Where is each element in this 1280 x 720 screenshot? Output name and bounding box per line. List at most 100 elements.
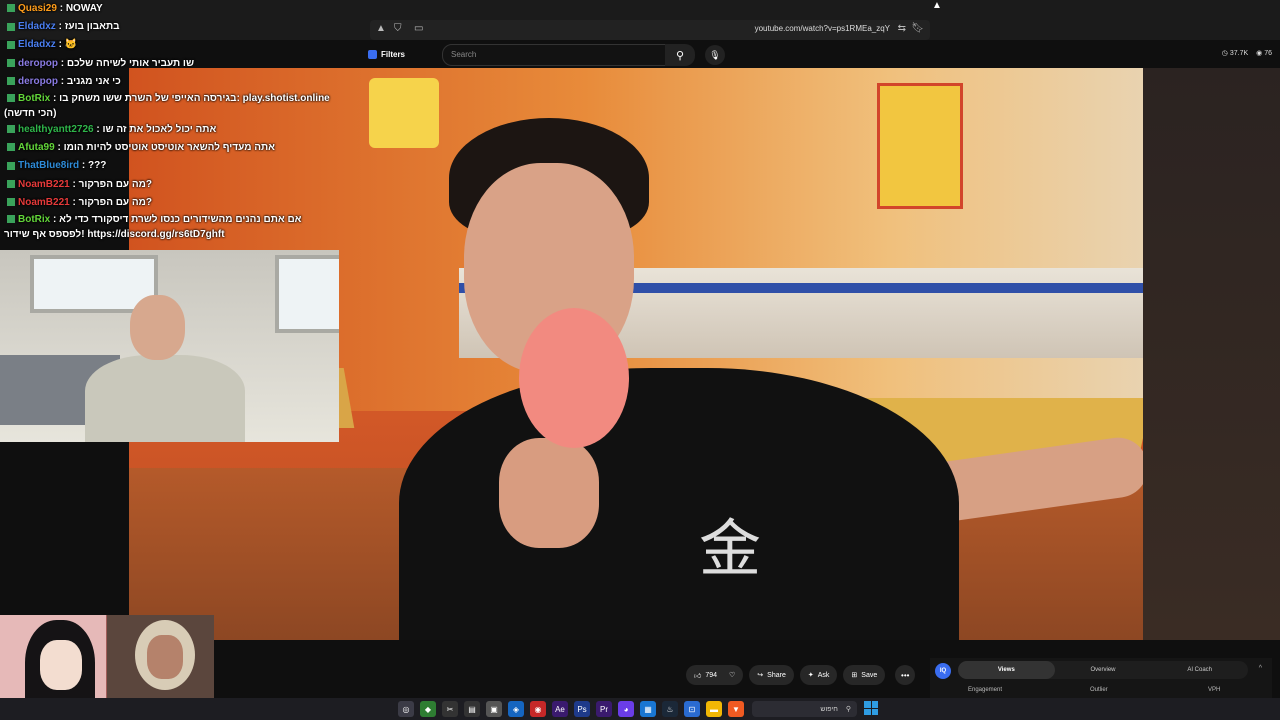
- iq-tab-overview[interactable]: Overview: [1055, 661, 1152, 679]
- chat-badge-icon: [7, 215, 15, 224]
- photoshop-icon[interactable]: Ps: [574, 701, 590, 717]
- chat-username[interactable]: deropop: [18, 76, 58, 87]
- steam-icon[interactable]: ♨: [662, 701, 678, 717]
- chat-badge-icon: [7, 94, 15, 103]
- chat-message: Eldadxz : 🐱: [0, 36, 360, 54]
- chat-separator: :: [55, 21, 65, 33]
- chat-text: אתה מעדיף להשאר אוטיסט אוטיסט להיות הומו: [63, 142, 275, 154]
- chat-username[interactable]: Afuta99: [18, 142, 55, 153]
- dislike-icon[interactable]: ♡: [729, 671, 735, 679]
- chat-message: ThatBlue8ird : ???: [0, 157, 360, 175]
- webcam-person: [65, 295, 245, 442]
- like-icon: 👍︎: [694, 672, 702, 680]
- bookmark-icon[interactable]: 🔖︎: [911, 23, 924, 34]
- chat-username[interactable]: healthyantt2726: [18, 124, 94, 135]
- store-icon[interactable]: ⊡: [684, 701, 700, 717]
- video-person-hand: [499, 438, 599, 548]
- folder-icon[interactable]: ▬: [706, 701, 722, 717]
- chat-badge-icon: [7, 77, 15, 86]
- chat-text: מה עם הפרקור?: [78, 196, 153, 208]
- capcut-icon[interactable]: ✂: [442, 701, 458, 717]
- filters-button[interactable]: Filters: [360, 46, 413, 62]
- chat-text: 🐱: [64, 39, 78, 51]
- chat-username[interactable]: BotRix: [18, 214, 50, 225]
- chat-username[interactable]: BotRix: [18, 93, 50, 104]
- search-input[interactable]: Search: [442, 44, 666, 66]
- filters-icon: [368, 49, 377, 59]
- ask-icon: ✦: [807, 672, 814, 679]
- ask-button[interactable]: ✦ Ask: [799, 665, 838, 685]
- taskbar-search-text: חיפוש: [820, 705, 838, 713]
- more-button[interactable]: •••: [895, 665, 916, 685]
- brave-shield-icon[interactable]: ⛉: [394, 23, 402, 34]
- chat-message: BotRix : אם אתם נהנים מהשידורים כנסו לשר…: [0, 212, 334, 242]
- chat-message: Eldadxz : בתאבון בועז: [0, 18, 360, 36]
- brave-icon[interactable]: ▼: [728, 701, 744, 717]
- discord-icon[interactable]: ◕: [618, 701, 634, 717]
- webcam-person-head: [130, 295, 185, 360]
- chat-separator: :: [69, 178, 79, 190]
- share-label: Share: [767, 671, 786, 679]
- water-icon[interactable]: ◈: [508, 701, 524, 717]
- chat-message: NoamB221 : מה עם הפרקור?: [0, 176, 360, 194]
- chat-message: Afuta99 : אתה מעדיף להשאר אוטיסט אוטיסט …: [0, 139, 360, 157]
- app-icon[interactable]: ▣: [486, 701, 502, 717]
- notepad-icon[interactable]: ▦: [640, 701, 656, 717]
- terminal-icon[interactable]: ▤: [464, 701, 480, 717]
- chat-badge-icon: [7, 22, 15, 31]
- chevron-up-icon[interactable]: ^: [1259, 665, 1262, 672]
- chat-username[interactable]: Eldadxz: [18, 39, 56, 50]
- chat-username[interactable]: NoamB221: [18, 197, 70, 208]
- translate-icon[interactable]: ⇆: [898, 23, 906, 34]
- like-count: 794: [705, 671, 718, 679]
- chat-username[interactable]: ThatBlue8ird: [18, 160, 79, 171]
- reader-icon[interactable]: ▭: [414, 23, 423, 34]
- chrome-icon[interactable]: ◉: [530, 701, 546, 717]
- chat-text: שו תעביר אותי לשיחה שלכם: [66, 57, 194, 69]
- taskbar-search[interactable]: חיפוש ⚲: [752, 701, 857, 717]
- filters-label: Filters: [381, 49, 406, 59]
- chat-badge-icon: [7, 125, 15, 134]
- iq-extension-panel: IQ Views Overview AI Coach ^ Engagement …: [930, 658, 1272, 700]
- video-stats: ◷ 37.7K ◉ 76: [1222, 49, 1272, 57]
- chat-username[interactable]: NoamB221: [18, 179, 70, 190]
- search-icon: ⚲: [845, 706, 851, 713]
- video-microphone: [519, 308, 629, 448]
- taskbar: ◎ ◆ ✂ ▤ ▣ ◈ ◉ Ae Ps Pr ◕ ▦ ♨ ⊡ ▬ ▼ חיפוש…: [0, 698, 1280, 720]
- save-button[interactable]: ⊞ Save: [843, 665, 886, 685]
- chat-separator: :: [79, 160, 89, 172]
- chat-username[interactable]: deropop: [18, 58, 58, 69]
- iq-tab-ai-coach[interactable]: AI Coach: [1151, 661, 1248, 679]
- shirt-glyph: 金: [699, 512, 762, 585]
- bookmark-warning-icon[interactable]: ▲: [376, 23, 386, 34]
- like-button[interactable]: 👍︎ 794 ♡: [686, 665, 744, 685]
- iq-tab-views[interactable]: Views: [958, 661, 1055, 679]
- save-label: Save: [861, 671, 878, 679]
- chat-overlay: Quasi29 : NOWAY Eldadxz : בתאבון בועז Elda…: [0, 0, 360, 242]
- chat-badge-icon: [7, 40, 15, 49]
- chat-text: בתאבון בועז: [64, 21, 120, 33]
- obs-icon[interactable]: ◎: [398, 701, 414, 717]
- mic-icon: 🎙︎: [709, 49, 721, 60]
- premiere-icon[interactable]: Pr: [596, 701, 612, 717]
- chat-message: deropop : כי אני מגניב: [0, 73, 360, 91]
- share-button[interactable]: ↪ Share: [749, 665, 794, 685]
- chat-badge-icon: [7, 143, 15, 152]
- save-icon: ⊞: [851, 672, 858, 679]
- chat-text: מה עם הפרקור?: [78, 178, 153, 190]
- after-effects-icon[interactable]: Ae: [552, 701, 568, 717]
- silver-character-face: [147, 635, 183, 679]
- address-bar[interactable]: ▲ ⛉ ▭ youtube.com/watch?v=ps1RMEa_zqY ⇆ …: [370, 20, 930, 40]
- search-icon: ⚲: [675, 49, 685, 62]
- minecraft-icon[interactable]: ◆: [420, 701, 436, 717]
- chat-username[interactable]: Eldadxz: [18, 21, 56, 32]
- share-icon: ↪: [757, 672, 764, 679]
- chat-username[interactable]: Quasi29: [18, 3, 57, 14]
- chat-text: ???: [88, 160, 107, 172]
- voice-search-button[interactable]: 🎙︎: [705, 45, 725, 65]
- taskbar-icons: ◎ ◆ ✂ ▤ ▣ ◈ ◉ Ae Ps Pr ◕ ▦ ♨ ⊡ ▬ ▼: [398, 701, 744, 717]
- chat-text: NOWAY: [65, 3, 103, 14]
- windows-start-icon[interactable]: [864, 701, 878, 715]
- search-button[interactable]: ⚲: [665, 44, 695, 66]
- views-stat: ◷ 37.7K: [1221, 50, 1249, 57]
